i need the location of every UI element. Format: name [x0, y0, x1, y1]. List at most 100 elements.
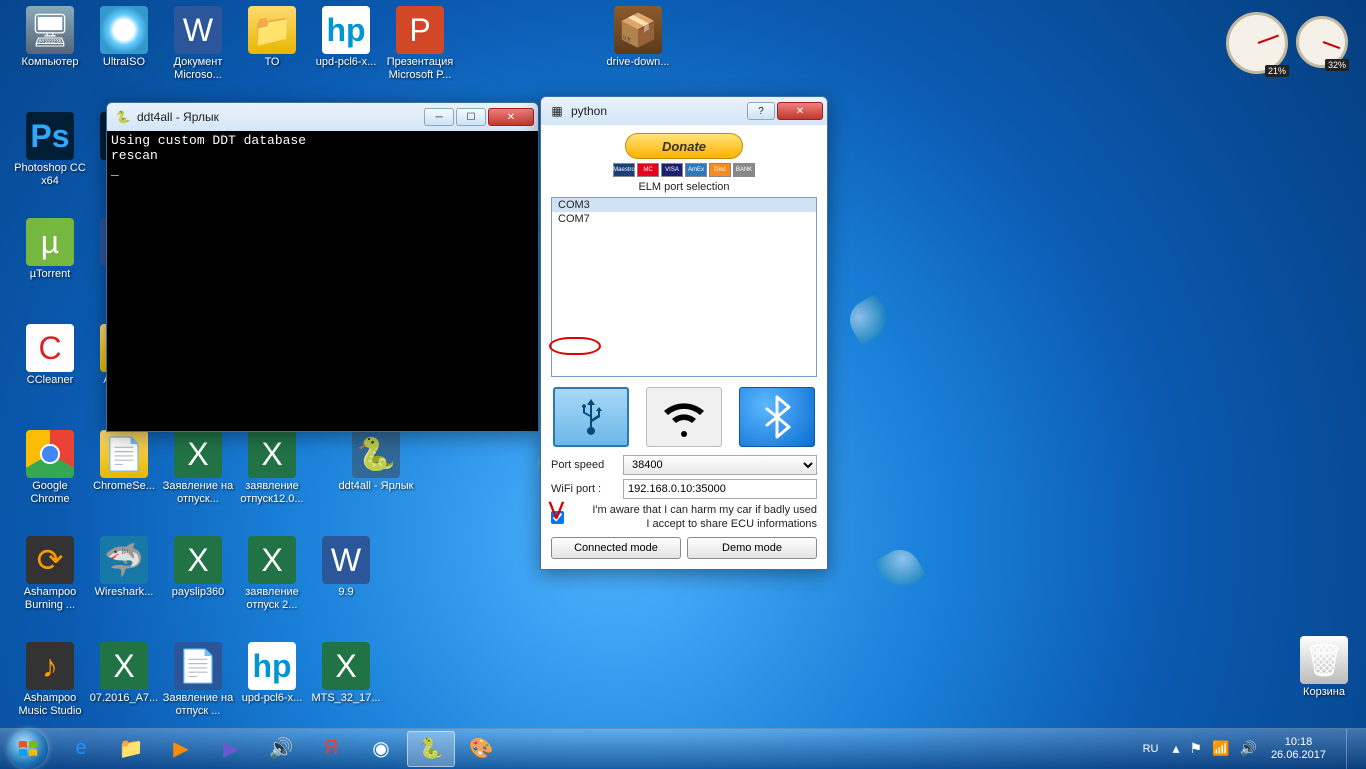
desktop-icon[interactable]: Google Chrome: [12, 430, 88, 506]
console-title: ddt4all - Ярлык: [137, 110, 424, 124]
network-icon[interactable]: 📶: [1212, 740, 1229, 757]
app-icon: 📄: [100, 430, 148, 478]
port-item[interactable]: COM7: [552, 212, 816, 226]
close-button[interactable]: ✕: [777, 102, 823, 120]
ram-gauge[interactable]: 32%: [1296, 16, 1348, 68]
system-tray[interactable]: RU ▴ ⚑ 📶 🔊 10:18 26.06.2017: [1139, 729, 1358, 769]
desktop-icon[interactable]: PsPhotoshop CC x64: [12, 112, 88, 188]
app-icon: 🖥: [26, 6, 74, 54]
desktop-icon[interactable]: 🦈Wireshark...: [86, 536, 162, 599]
desktop-icon[interactable]: XMTS_32_17...: [308, 642, 384, 705]
python-icon: 🐍: [419, 736, 444, 761]
app-icon: [26, 430, 74, 478]
taskbar-python-button[interactable]: 🐍: [407, 731, 455, 767]
desktop-icon[interactable]: hpupd-pcl6-x...: [234, 642, 310, 705]
cpu-gauge[interactable]: 21%: [1226, 12, 1288, 74]
desktop-icon[interactable]: 🗑Корзина: [1286, 636, 1362, 699]
demo-mode-button[interactable]: Demo mode: [687, 537, 817, 559]
desktop-icon[interactable]: WДокумент Microso...: [160, 6, 236, 82]
app-icon: X: [100, 642, 148, 690]
console-output[interactable]: Using custom DDT database rescan _: [107, 131, 538, 431]
desktop-icon[interactable]: Xзаявление отпуск12.0...: [234, 430, 310, 506]
language-indicator[interactable]: RU: [1139, 741, 1163, 757]
disclaimer-checkbox[interactable]: [551, 511, 564, 524]
start-button[interactable]: [8, 729, 48, 769]
desktop-icon[interactable]: W9.9: [308, 536, 384, 599]
taskbar-yandex-button[interactable]: Я: [307, 731, 355, 767]
python-dialog[interactable]: ▦ python ? ✕ Donate MaestroMCVISAAmExDis…: [540, 96, 828, 570]
close-button[interactable]: ✕: [488, 108, 534, 126]
action-center-icon[interactable]: ⚑: [1190, 740, 1203, 757]
wifi-port-input[interactable]: [623, 479, 817, 499]
desktop-icon[interactable]: PПрезентация Microsoft P...: [382, 6, 458, 82]
desktop-icon[interactable]: ♪Ashampoo Music Studio: [12, 642, 88, 718]
app-icon: Ps: [26, 112, 74, 160]
taskbar-paint-button[interactable]: 🎨: [457, 731, 505, 767]
minimize-button[interactable]: ─: [424, 108, 454, 126]
icon-label: Photoshop CC x64: [12, 162, 88, 188]
ram-percent: 32%: [1325, 59, 1349, 71]
app-icon: X: [248, 430, 296, 478]
console-window[interactable]: 🐍 ddt4all - Ярлык ─ ☐ ✕ Using custom DDT…: [106, 102, 539, 432]
icon-label: CCleaner: [12, 374, 88, 387]
icon-label: ddt4all - Ярлык: [338, 480, 414, 493]
python-title: python: [571, 104, 747, 118]
desktop-icon[interactable]: µµTorrent: [12, 218, 88, 281]
bluetooth-button[interactable]: [739, 387, 815, 447]
taskbar[interactable]: e📁▶▶🔊Я◉🐍🎨 RU ▴ ⚑ 📶 🔊 10:18 26.06.2017: [0, 728, 1366, 768]
desktop-icon[interactable]: 🖥 Компьютер: [12, 6, 88, 69]
usb-button[interactable]: [553, 387, 629, 447]
connected-mode-button[interactable]: Connected mode: [551, 537, 681, 559]
port-item[interactable]: COM3: [552, 198, 816, 212]
icon-label: Презентация Microsoft P...: [382, 56, 458, 82]
tray-arrow-icon[interactable]: ▴: [1172, 740, 1179, 757]
desktop-icon[interactable]: Xзаявление отпуск 2...: [234, 536, 310, 612]
desktop-icon[interactable]: 🐍ddt4all - Ярлык: [338, 430, 414, 493]
volume-icon[interactable]: 🔊: [1240, 740, 1257, 757]
desktop-icon[interactable]: XЗаявление на отпуск...: [160, 430, 236, 506]
app-icon: µ: [26, 218, 74, 266]
icon-label: Компьютер: [12, 56, 88, 69]
taskbar-volume-button[interactable]: 🔊: [257, 731, 305, 767]
help-button[interactable]: ?: [747, 102, 775, 120]
icon-label: upd-pcl6-x...: [308, 56, 384, 69]
disclaimer-line1: I'm aware that I can harm my car if badl…: [570, 503, 817, 517]
icon-label: ChromeSe...: [86, 480, 162, 493]
app-icon: 📁: [248, 6, 296, 54]
desktop-icon[interactable]: hpupd-pcl6-x...: [308, 6, 384, 69]
wifi-port-label: WiFi port :: [551, 483, 623, 495]
icon-label: Документ Microso...: [160, 56, 236, 82]
taskbar-player-button[interactable]: ▶: [207, 731, 255, 767]
clock[interactable]: 10:18 26.06.2017: [1267, 736, 1330, 762]
desktop-icon[interactable]: 📦drive-down...: [600, 6, 676, 69]
console-titlebar[interactable]: 🐍 ddt4all - Ярлык ─ ☐ ✕: [107, 103, 538, 131]
desktop-icon[interactable]: X07.2016_A7...: [86, 642, 162, 705]
app-icon: 📦: [614, 6, 662, 54]
taskbar-chrome-button[interactable]: ◉: [357, 731, 405, 767]
card-icon: Disc: [709, 163, 731, 177]
card-icon: AmEx: [685, 163, 707, 177]
taskbar-ie-button[interactable]: e: [57, 731, 105, 767]
icon-label: заявление отпуск 2...: [234, 586, 310, 612]
desktop-icon[interactable]: UltraISO: [86, 6, 162, 69]
desktop-icon[interactable]: 📄 ChromeSe...: [86, 430, 162, 493]
port-speed-select[interactable]: 38400: [623, 455, 817, 475]
icon-label: UltraISO: [86, 56, 162, 69]
desktop-icon[interactable]: Xpayslip360: [160, 536, 236, 599]
python-titlebar[interactable]: ▦ python ? ✕: [541, 97, 827, 125]
desktop-icon[interactable]: 📄Заявление на отпуск ...: [160, 642, 236, 718]
wifi-button[interactable]: [646, 387, 722, 447]
desktop-icon[interactable]: ⟳Ashampoo Burning ...: [12, 536, 88, 612]
icon-label: Корзина: [1286, 686, 1362, 699]
desktop-icon[interactable]: 📁ТО: [234, 6, 310, 69]
desktop-icon[interactable]: CCCleaner: [12, 324, 88, 387]
port-list[interactable]: COM3COM7: [551, 197, 817, 377]
python-icon: 🐍: [115, 109, 131, 125]
show-desktop-button[interactable]: [1346, 729, 1358, 769]
maximize-button[interactable]: ☐: [456, 108, 486, 126]
app-icon: X: [174, 536, 222, 584]
python-icon: ▦: [549, 103, 565, 119]
donate-button[interactable]: Donate: [625, 133, 743, 159]
taskbar-explorer-button[interactable]: 📁: [107, 731, 155, 767]
taskbar-wmp-button[interactable]: ▶: [157, 731, 205, 767]
